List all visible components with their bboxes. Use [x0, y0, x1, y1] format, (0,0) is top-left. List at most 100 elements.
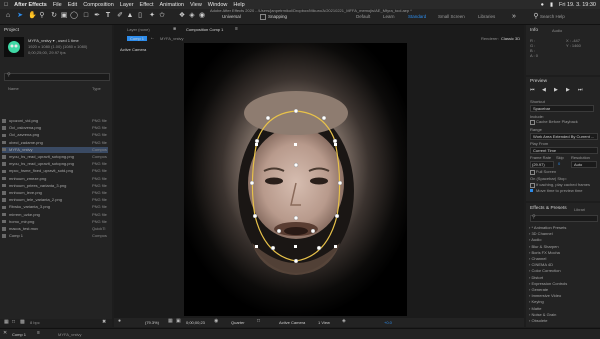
menu-composition[interactable]: Composition [83, 2, 114, 8]
universal-label[interactable]: Universal [222, 14, 241, 19]
bit-depth-button[interactable]: 8 bpc [30, 320, 40, 325]
project-panel-title[interactable]: Project [4, 28, 19, 33]
search-help-input[interactable]: Search Help [540, 14, 565, 19]
tab-libraries[interactable]: Librari [574, 207, 585, 212]
menu-effect[interactable]: Effect [140, 2, 154, 8]
shortcut-dropdown[interactable]: Spacebar [530, 105, 594, 112]
tab-audio[interactable]: Audio [552, 28, 562, 33]
brush-tool-icon[interactable]: ✐ [116, 12, 124, 20]
workspace-default[interactable]: Default [356, 14, 370, 19]
snapping-label[interactable]: Snapping [268, 14, 287, 19]
full-screen-checkbox[interactable] [530, 170, 535, 175]
menu-window[interactable]: Window [208, 2, 228, 8]
project-list-item[interactable]: macos_test.mov QuickTi [2, 226, 108, 233]
workspace-standard[interactable]: Standard [408, 14, 426, 19]
current-timecode[interactable]: 0;00;00;23 [186, 320, 205, 325]
skip-value[interactable]: 0 [558, 161, 560, 166]
project-list-item[interactable]: mnhoum_priees_varianta_3.png PNG file [2, 183, 108, 190]
roto-brush-tool-icon[interactable]: ✦ [148, 12, 156, 20]
range-dropdown[interactable]: Work Area Extended By Current ... [530, 133, 598, 140]
effects-category-item[interactable]: › Generate [529, 287, 548, 292]
new-composition-icon[interactable]: ▩ [20, 319, 25, 325]
first-frame-icon[interactable]: ⏮ [530, 87, 535, 93]
interpret-footage-icon[interactable]: ▦ [4, 319, 9, 325]
tab-composition[interactable]: Composition Comp 1 [186, 27, 223, 32]
move-time-checkbox[interactable] [530, 189, 533, 192]
project-list-item[interactable]: myou_hs_read_upravit_sotopng.png Compos [2, 154, 108, 161]
project-list-item[interactable]: mpcc_hsme_fixed_upravit_sotd.png PNG file [2, 168, 108, 175]
project-list-item[interactable]: myou_hs_read_upravit_sotopng.png PNG file [2, 161, 108, 168]
timeline-tab-myfa[interactable]: MYFA_vrstvy [58, 332, 82, 337]
local-axis-icon[interactable]: ❖ [178, 12, 186, 20]
region-icon[interactable]: □ [257, 318, 260, 324]
fast-preview-icon[interactable]: ◈ [342, 318, 346, 324]
if-caching-checkbox[interactable] [530, 183, 535, 188]
effects-category-item[interactable]: › Expression Controls [529, 281, 567, 286]
project-list-item[interactable]: mnhoum_leve.png PNG file [2, 190, 108, 197]
composition-viewer[interactable] [184, 43, 407, 316]
menu-app[interactable]: After Effects [14, 2, 47, 8]
wifi-icon[interactable]: ● [541, 2, 544, 8]
project-list-item[interactable]: mirrem_uzke.png PNG file [2, 212, 108, 219]
home-icon[interactable]: ⌂ [4, 12, 12, 20]
battery-icon[interactable]: ▮ [550, 2, 553, 8]
snapshot-icon[interactable]: ▣ [176, 318, 181, 324]
effects-category-item[interactable]: › Boris FX Mocha [529, 250, 560, 255]
effects-category-item[interactable]: › CINEMA 4D [529, 262, 553, 267]
effects-category-item[interactable]: › Audio [529, 237, 541, 242]
puppet-tool-icon[interactable]: ✩ [158, 12, 166, 20]
eraser-tool-icon[interactable]: ▯ [136, 12, 144, 20]
effects-search-input[interactable]: ⚲ [530, 214, 598, 222]
tab-info[interactable]: Info [530, 28, 538, 33]
play-icon[interactable]: ▶ [554, 87, 558, 93]
always-preview-icon[interactable]: ● [118, 318, 121, 324]
workspace-libraries[interactable]: Libraries [478, 14, 495, 19]
menu-file[interactable]: File [53, 2, 62, 8]
exposure-value[interactable]: +0.0 [384, 320, 392, 325]
breadcrumb-myfa[interactable]: MYFA_vrstvy [160, 36, 184, 41]
project-list-item[interactable]: Oci_oslovena.png PNG file [2, 125, 108, 132]
fps-dropdown[interactable]: (29.97) [530, 161, 554, 168]
effects-category-item[interactable]: › * Animation Presets [529, 225, 566, 230]
next-frame-icon[interactable]: ▶ [566, 87, 570, 93]
new-folder-icon[interactable]: □ [12, 319, 15, 325]
effects-category-item[interactable]: › Distort [529, 275, 543, 280]
zoom-tool-icon[interactable]: ⚲ [38, 12, 46, 20]
close-tab-icon[interactable]: ✕ [3, 330, 7, 336]
effects-category-item[interactable]: › 3D Channel [529, 231, 553, 236]
effects-category-item[interactable]: › Color Correction [529, 268, 561, 273]
breadcrumb-comp1[interactable]: Comp 1 [127, 36, 148, 41]
resolution-dropdown[interactable]: Auto [571, 161, 597, 168]
effects-category-item[interactable]: › Immersive Video [529, 293, 561, 298]
effects-category-item[interactable]: › Obsolete [529, 318, 547, 323]
menu-animation[interactable]: Animation [160, 2, 184, 8]
zoom-dropdown[interactable]: (79.3%) [145, 320, 159, 325]
project-search-input[interactable]: ⚲ [4, 72, 110, 81]
effects-category-item[interactable]: › Blur & Sharpen [529, 244, 559, 249]
search-icon[interactable]: ⚲ [532, 13, 540, 21]
prev-frame-icon[interactable]: ◀ [542, 87, 546, 93]
project-list-item[interactable]: homo_mir.png PNG file [2, 219, 108, 226]
grid-icon[interactable]: ▦ [168, 318, 173, 324]
view-layout-dropdown[interactable]: 1 View [318, 320, 330, 325]
rectangle-tool-icon[interactable]: □ [82, 12, 90, 20]
project-list-item[interactable]: MYFA_vrstvy Compos [2, 146, 108, 154]
tab-effects-presets[interactable]: Effects & Presets [530, 206, 567, 211]
preview-title[interactable]: Preview [530, 79, 547, 84]
type-tool-icon[interactable]: T [104, 12, 112, 20]
view-axis-icon[interactable]: ◉ [198, 12, 206, 20]
project-list-item[interactable]: mnhoum_tele_varianta_2.png PNG file [2, 197, 108, 204]
project-list-item[interactable]: upozoni_vid.png PNG file [2, 118, 108, 125]
col-header-name[interactable]: Name [8, 86, 19, 91]
apple-icon[interactable]:  [4, 2, 8, 8]
timeline-tab-comp1[interactable]: Comp 1 [12, 332, 26, 337]
menu-help[interactable]: Help [233, 2, 244, 8]
project-list-item[interactable]: mnhoum_zmeze.png PNG file [2, 176, 108, 183]
workspace-overflow-icon[interactable]: » [510, 13, 518, 21]
clone-stamp-tool-icon[interactable]: ▲ [126, 12, 134, 20]
camera-tool-icon[interactable]: ▣ [60, 12, 68, 20]
snapping-checkbox[interactable] [260, 14, 266, 20]
menu-clock[interactable]: Fri 19. 3. 19:30 [559, 2, 596, 8]
pan-behind-tool-icon[interactable]: ◯ [70, 12, 78, 20]
cache-before-checkbox[interactable] [530, 120, 535, 125]
